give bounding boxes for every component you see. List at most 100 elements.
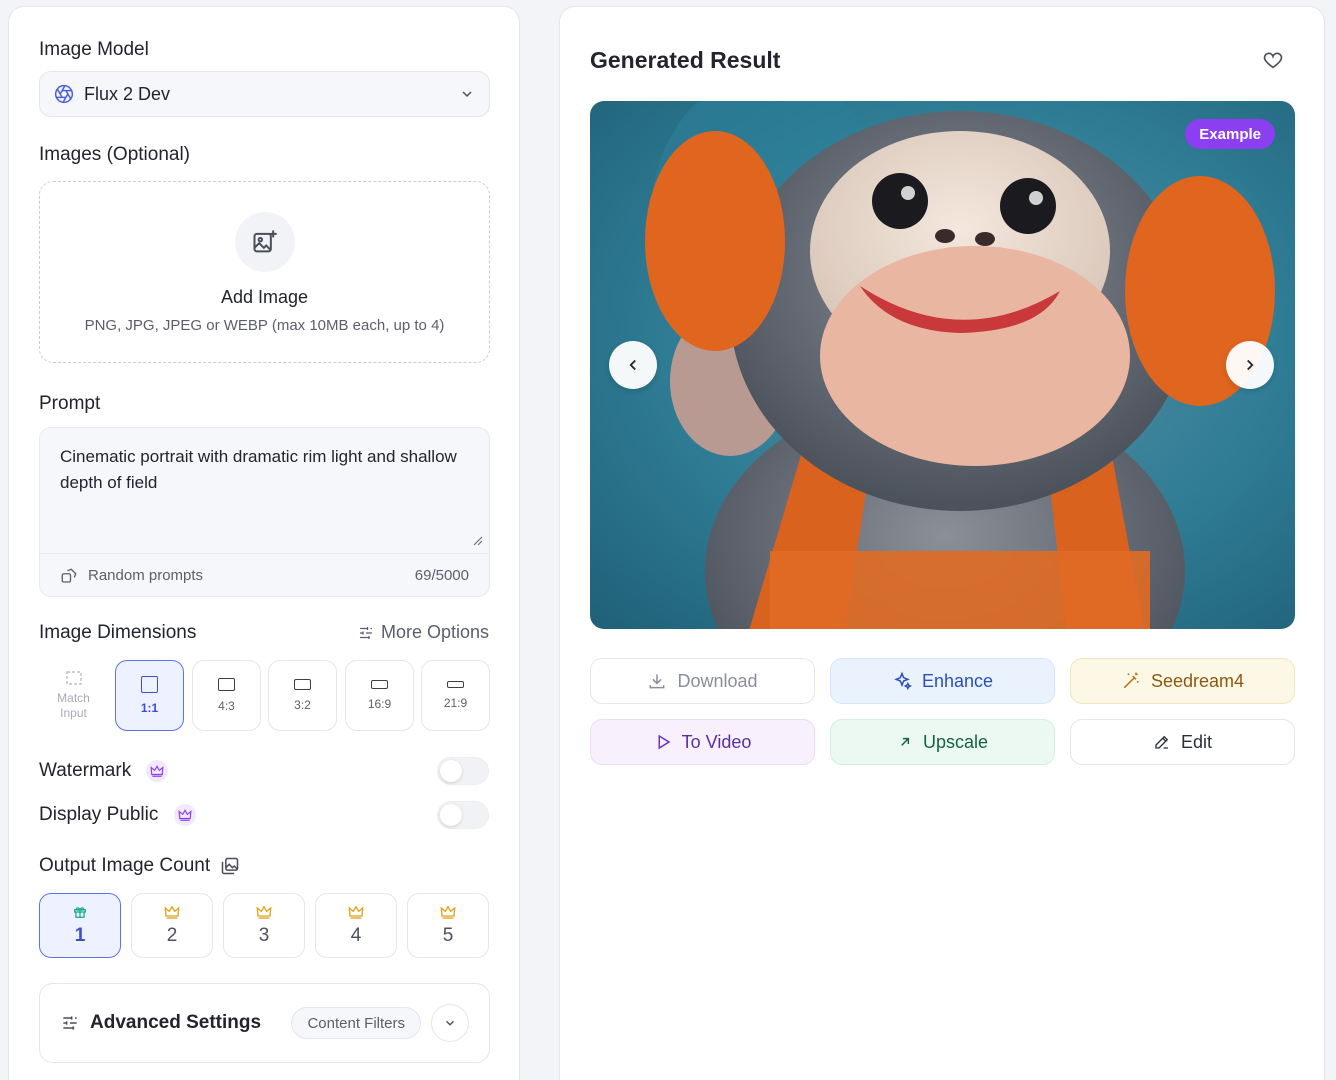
- dimensions-label: Image Dimensions: [39, 622, 197, 643]
- download-button[interactable]: Download: [590, 658, 815, 704]
- watermark-toggle[interactable]: [437, 757, 489, 785]
- crown-icon: [164, 904, 180, 919]
- edit-label: Edit: [1180, 731, 1213, 752]
- advanced-settings[interactable]: Advanced Settings Content Filters: [39, 983, 490, 1063]
- count-option-3[interactable]: 3: [223, 893, 305, 958]
- random-prompt-icon[interactable]: [60, 567, 78, 585]
- generated-image: Example: [590, 101, 1295, 629]
- random-prompts-button[interactable]: Random prompts: [88, 567, 415, 584]
- count-option-2[interactable]: 2: [131, 893, 213, 958]
- prompt-label: Prompt: [39, 393, 101, 414]
- ratio-16-9[interactable]: 16:9: [345, 660, 414, 731]
- count-value: 2: [166, 924, 178, 946]
- previous-image-button[interactable]: [609, 341, 657, 389]
- edit-button[interactable]: Edit: [1070, 719, 1295, 765]
- seedream-label: Seedream4: [1150, 670, 1245, 691]
- crown-icon: [146, 760, 169, 782]
- download-icon: [650, 674, 665, 689]
- upscale-label: Upscale: [922, 731, 989, 752]
- ratio-label: 4:3: [218, 699, 235, 713]
- enhance-label: Enhance: [921, 670, 994, 691]
- crown-icon: [256, 904, 272, 919]
- prompt-textarea[interactable]: Cinematic portrait with dramatic rim lig…: [39, 427, 490, 597]
- advanced-settings-label: Advanced Settings: [90, 1012, 262, 1033]
- content-filters-pill[interactable]: Content Filters: [291, 1007, 421, 1039]
- to-video-label: To Video: [681, 731, 752, 752]
- sparkles-icon: [894, 671, 912, 691]
- rect-4-3-icon: [218, 678, 235, 691]
- aperture-icon: [54, 84, 74, 104]
- display-public-label: Display Public: [39, 804, 159, 826]
- heart-icon[interactable]: [1262, 49, 1284, 71]
- more-options-label: More Options: [380, 622, 489, 642]
- upload-icon-circle: [235, 212, 295, 272]
- toggle-knob: [440, 760, 462, 782]
- crop-icon: [65, 670, 82, 685]
- ratio-label: 1:1: [140, 701, 159, 715]
- arrow-up-right-icon: [901, 737, 910, 746]
- seedream-button[interactable]: Seedream4: [1070, 658, 1295, 704]
- prompt-footer: Random prompts 69/5000: [40, 553, 489, 597]
- next-image-button[interactable]: [1226, 341, 1274, 389]
- toggle-knob: [440, 804, 462, 826]
- add-image-icon: [253, 230, 277, 253]
- felt-monkey-image: [645, 101, 1275, 629]
- ratio-label: 21:9: [443, 696, 468, 710]
- example-badge: Example: [1185, 119, 1275, 149]
- chevron-down-icon: [462, 91, 472, 98]
- gift-icon: [74, 906, 86, 918]
- count-value: 1: [74, 924, 86, 946]
- prompt-text[interactable]: Cinematic portrait with dramatic rim lig…: [60, 444, 475, 496]
- sliders-icon: [63, 1016, 77, 1030]
- chevron-left-icon: [629, 359, 636, 371]
- display-public-toggle[interactable]: [437, 801, 489, 829]
- images-label: Images (Optional): [39, 144, 191, 165]
- ratio-label: 16:9: [367, 697, 392, 711]
- result-title: Generated Result: [590, 47, 781, 73]
- upload-title: Add Image: [220, 287, 309, 307]
- more-options-button[interactable]: More Options: [357, 622, 489, 643]
- ratio-label: 3:2: [294, 698, 311, 712]
- to-video-button[interactable]: To Video: [590, 719, 815, 765]
- crown-icon: [440, 904, 456, 919]
- model-label: Image Model: [39, 39, 149, 60]
- resize-handle-icon[interactable]: [471, 534, 483, 546]
- crown-icon: [173, 804, 196, 826]
- sliders-icon: [359, 626, 372, 639]
- images-icon: [221, 857, 239, 875]
- model-select[interactable]: Flux 2 Dev: [39, 71, 490, 117]
- count-option-5[interactable]: 5: [407, 893, 489, 958]
- watermark-label: Watermark: [39, 760, 132, 782]
- ratio-3-2[interactable]: 3:2: [268, 660, 337, 731]
- magic-wand-icon: [1123, 672, 1139, 689]
- display-public-row: Display Public: [39, 804, 196, 826]
- settings-panel: Image Model Flux 2 Dev Images (Optional)…: [8, 6, 520, 1080]
- count-value: 4: [350, 924, 362, 946]
- result-panel: Generated Result Example Download Enhanc…: [559, 6, 1325, 1080]
- count-value: 3: [258, 924, 270, 946]
- count-value: 5: [442, 924, 454, 946]
- watermark-row: Watermark: [39, 760, 169, 782]
- rect-3-2-icon: [294, 679, 311, 690]
- download-label: Download: [677, 670, 758, 691]
- expand-advanced-button[interactable]: [431, 1004, 469, 1042]
- ratio-4-3[interactable]: 4:3: [192, 660, 261, 731]
- ratio-1-1[interactable]: 1:1: [115, 660, 184, 731]
- square-icon: [141, 676, 158, 693]
- count-option-1[interactable]: 1: [39, 893, 121, 958]
- ratio-21-9[interactable]: 21:9: [421, 660, 490, 731]
- pencil-icon: [1155, 735, 1169, 749]
- output-count-label: Output Image Count: [39, 855, 211, 876]
- count-option-4[interactable]: 4: [315, 893, 397, 958]
- upscale-button[interactable]: Upscale: [830, 719, 1055, 765]
- chevron-right-icon: [1247, 359, 1254, 371]
- image-upload-dropzone[interactable]: Add Image PNG, JPG, JPEG or WEBP (max 10…: [39, 181, 490, 363]
- output-count-row: Output Image Count: [39, 855, 240, 877]
- model-value: Flux 2 Dev: [84, 83, 171, 104]
- upload-subtitle: PNG, JPG, JPEG or WEBP (max 10MB each, u…: [84, 317, 445, 334]
- ratio-match-input[interactable]: Match Input: [39, 660, 108, 731]
- play-icon: [658, 734, 671, 750]
- enhance-button[interactable]: Enhance: [830, 658, 1055, 704]
- rect-16-9-icon: [371, 680, 388, 689]
- crown-icon: [348, 904, 364, 919]
